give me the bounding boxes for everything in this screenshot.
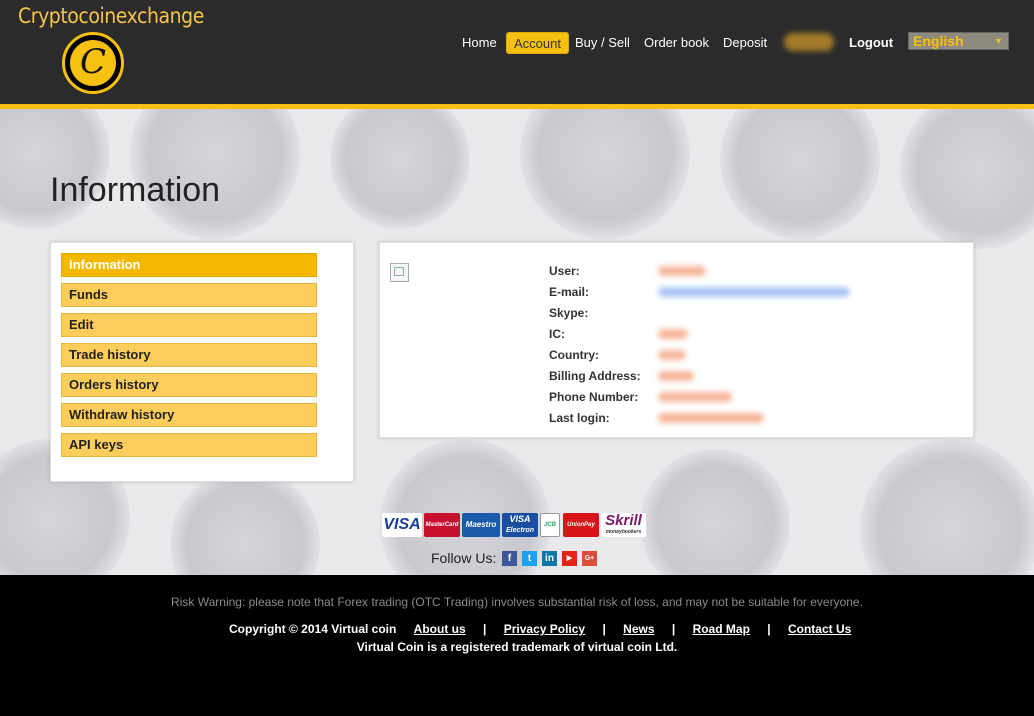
footer-separator: | <box>483 622 487 636</box>
nav-logout[interactable]: Logout <box>849 32 893 54</box>
info-label-last-login: Last login: <box>549 411 610 425</box>
language-value: English <box>913 33 964 49</box>
footer-links: Copyright © 2014 Virtual coin About us |… <box>229 622 851 636</box>
nav-deposit[interactable]: Deposit <box>723 32 767 54</box>
visa-electron-sub: Electron <box>505 527 534 534</box>
risk-warning: Risk Warning: please note that Forex tra… <box>171 595 863 609</box>
page-title: Information <box>50 171 221 209</box>
language-select[interactable]: English ▼ <box>908 32 1009 50</box>
twitter-icon[interactable]: t <box>522 551 537 566</box>
account-sidebar: Information Funds Edit Trade history Ord… <box>50 242 354 482</box>
coin-bg-icon <box>720 109 880 239</box>
mastercard-logo-icon: MasterCard <box>424 513 460 537</box>
footer-link-privacy-policy[interactable]: Privacy Policy <box>504 622 585 636</box>
footer-separator: | <box>671 622 676 636</box>
follow-us-label: Follow Us: <box>431 550 497 566</box>
jcb-logo-icon: JCB <box>540 513 560 537</box>
logo-mark: C <box>79 41 106 82</box>
info-label-email: E-mail: <box>549 285 590 299</box>
username-redacted[interactable] <box>784 33 834 51</box>
coin-bg-icon <box>900 109 1034 249</box>
info-label-skype: Skype: <box>549 306 589 320</box>
skrill-text: Skrill <box>605 513 642 529</box>
info-value-phone-redacted <box>658 392 732 402</box>
footer-link-about-us[interactable]: About us <box>414 622 466 636</box>
nav-account[interactable]: Account <box>506 32 569 54</box>
info-label-billing-address: Billing Address: <box>549 369 641 383</box>
coin-bg-icon <box>170 469 320 575</box>
trademark-notice: Virtual Coin is a registered trademark o… <box>356 640 678 654</box>
info-label-user: User: <box>549 264 580 278</box>
nav-home[interactable]: Home <box>462 32 497 54</box>
info-value-country-redacted <box>658 350 686 360</box>
sidebar-item-orders-history[interactable]: Orders history <box>61 373 317 397</box>
sidebar-item-trade-history[interactable]: Trade history <box>61 343 317 367</box>
info-value-email-redacted <box>658 287 850 297</box>
footer-separator: | <box>602 622 606 636</box>
coin-bg-icon <box>520 109 690 239</box>
skrill-sub: moneybookers <box>605 529 642 535</box>
nav-order-book[interactable]: Order book <box>644 32 709 54</box>
coin-bg-icon <box>640 449 790 575</box>
coin-bg-icon <box>0 109 110 229</box>
coin-bg-icon <box>330 109 470 229</box>
footer-separator: | <box>767 622 771 636</box>
youtube-icon[interactable]: ▶ <box>562 551 577 566</box>
footer-link-road-map[interactable]: Road Map <box>693 622 750 636</box>
sidebar-item-withdraw-history[interactable]: Withdraw history <box>61 403 317 427</box>
info-value-billing-redacted <box>658 371 694 381</box>
maestro-logo-icon: Maestro <box>462 513 500 537</box>
nav-buy-sell[interactable]: Buy / Sell <box>575 32 630 54</box>
coin-bg-icon <box>860 439 1034 575</box>
logo-text[interactable]: Cryptocoinexchange <box>18 4 204 28</box>
chevron-down-icon: ▼ <box>994 36 1003 46</box>
sidebar-item-information[interactable]: Information <box>61 253 317 277</box>
sidebar-item-api-keys[interactable]: API keys <box>61 433 317 457</box>
visa-electron-logo-icon: VISA Electron <box>502 513 538 537</box>
info-label-country: Country: <box>549 348 599 362</box>
info-value-user-redacted <box>658 266 706 276</box>
site-footer: Risk Warning: please note that Forex tra… <box>0 575 1034 716</box>
linkedin-icon[interactable]: in <box>542 551 557 566</box>
footer-link-news[interactable]: News <box>623 622 654 636</box>
skrill-logo-icon: Skrill moneybookers <box>601 513 646 537</box>
footer-link-contact-us[interactable]: Contact Us <box>788 622 851 636</box>
unionpay-logo-icon: UnionPay <box>563 513 599 537</box>
visa-logo-icon: VISA <box>382 513 422 537</box>
main-content: Information Information Funds Edit Trade… <box>0 109 1034 575</box>
info-value-last-login-redacted <box>658 413 764 423</box>
account-info-panel: User: E-mail: Skype: IC: Country: Billin… <box>379 242 974 438</box>
info-label-ic: IC: <box>549 327 565 341</box>
sidebar-item-funds[interactable]: Funds <box>61 283 317 307</box>
visa-electron-text: VISA <box>509 514 531 524</box>
info-label-phone: Phone Number: <box>549 390 639 404</box>
copyright-text: Copyright © 2014 Virtual coin <box>229 622 397 636</box>
info-value-ic-redacted <box>658 329 688 339</box>
broken-image-icon <box>390 263 409 282</box>
facebook-icon[interactable]: f <box>502 551 517 566</box>
sidebar-item-edit[interactable]: Edit <box>61 313 317 337</box>
google-plus-icon[interactable]: G+ <box>582 551 597 566</box>
site-header: Cryptocoinexchange C Home Account Buy / … <box>0 0 1034 104</box>
logo-icon[interactable]: C <box>62 32 124 94</box>
